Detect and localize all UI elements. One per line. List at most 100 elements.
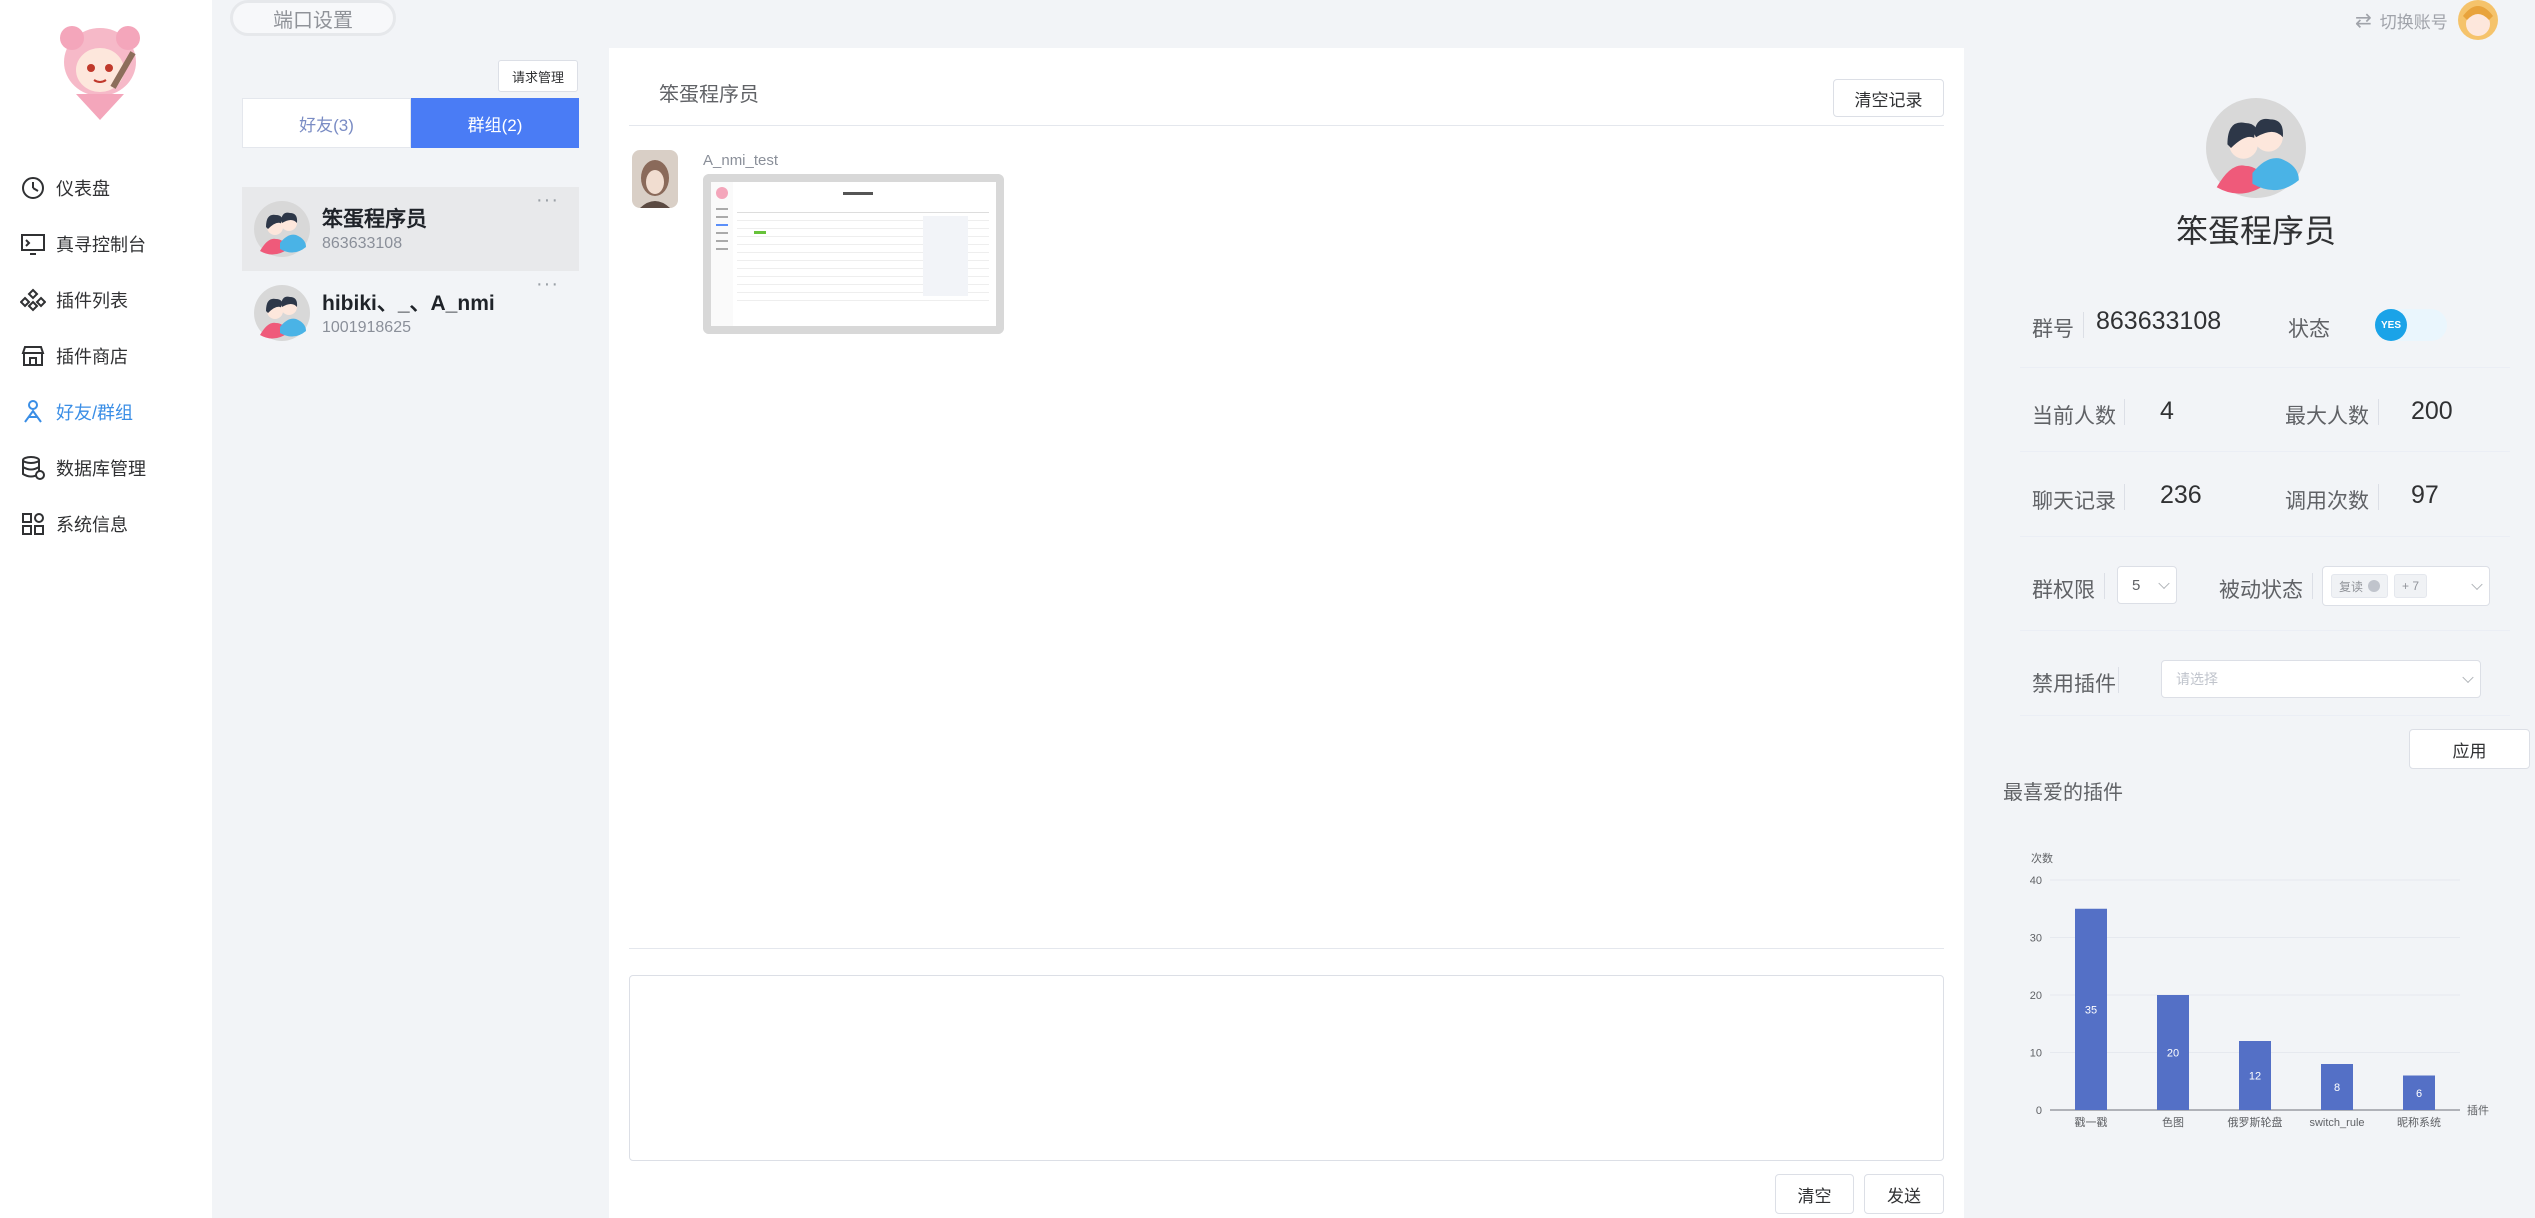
nav-item-database[interactable]: 数据库管理: [20, 448, 146, 488]
more-icon[interactable]: ···: [536, 189, 559, 212]
chat-title: 笨蛋程序员: [659, 84, 759, 106]
bar-value-label: 12: [2249, 1071, 2261, 1083]
divider: [2020, 367, 2510, 368]
switch-account-label: 切换账号: [2379, 12, 2448, 32]
passive-status-select[interactable]: 复读 + 7: [2322, 566, 2490, 606]
logo-mascot: [60, 26, 140, 120]
y-tick-label: 40: [2030, 875, 2042, 887]
nav-label: 仪表盘: [56, 179, 110, 199]
bar-value-label: 35: [2085, 1004, 2097, 1016]
group-id: 863633108: [322, 235, 403, 252]
bar-value-label: 8: [2334, 1082, 2340, 1094]
y-tick-label: 10: [2030, 1048, 2042, 1060]
separator: [2104, 573, 2105, 599]
switch-icon: ⇄: [2355, 9, 2372, 32]
status-toggle-knob: YES: [2375, 309, 2407, 341]
apply-button[interactable]: 应用: [2409, 729, 2530, 769]
call-count-value: 97: [2411, 481, 2439, 509]
nav-label: 好友/群组: [56, 403, 134, 423]
favorite-plugins-title: 最喜爱的插件: [2003, 782, 2123, 804]
tab-friends[interactable]: 好友(3): [242, 98, 411, 148]
status-label: 状态: [2288, 318, 2330, 341]
clear-record-button[interactable]: 清空记录: [1833, 79, 1944, 117]
group-avatar-icon: [254, 285, 310, 341]
nav-label: 系统信息: [56, 515, 128, 535]
ban-plugin-label: 禁用插件: [2032, 673, 2116, 696]
permission-value: 5: [2132, 576, 2141, 594]
group-name: hibiki、_、A_nmi: [322, 292, 495, 315]
chat-records-label: 聊天记录: [2032, 490, 2116, 513]
chevron-down-icon: [2158, 577, 2170, 590]
current-members-label: 当前人数: [2032, 405, 2116, 428]
group-title: 笨蛋程序员: [2175, 213, 2336, 249]
permission-select[interactable]: 5: [2117, 566, 2177, 604]
database-icon: [22, 456, 45, 480]
nav-item-dashboard[interactable]: 仪表盘: [20, 168, 110, 208]
separator: [2378, 399, 2379, 425]
group-id: 1001918625: [322, 319, 411, 336]
chevron-down-icon: [2471, 578, 2483, 591]
permission-label: 群权限: [2032, 579, 2095, 602]
group-avatar: [2206, 98, 2306, 198]
nav-item-system-info[interactable]: 系统信息: [20, 504, 128, 544]
switch-account-button[interactable]: ⇄ 切换账号: [2355, 6, 2448, 34]
sidebar: 仪表盘 真寻控制台 插件列表 插件商店 好友/群组 数据库管理 系统信息: [0, 0, 212, 1218]
max-members-label: 最大人数: [2285, 405, 2369, 428]
request-manage-button[interactable]: 请求管理: [498, 60, 578, 92]
passive-status-label: 被动状态: [2219, 579, 2303, 602]
tab-groups[interactable]: 群组(2): [411, 98, 579, 148]
grid-icon: [22, 513, 44, 535]
y-tick-label: 0: [2036, 1105, 2042, 1117]
plugin-list-icon: [20, 288, 46, 312]
divider: [2020, 715, 2510, 716]
nav-item-console[interactable]: 真寻控制台: [20, 224, 146, 264]
sender-avatar: [632, 150, 678, 208]
nav-item-friends-groups[interactable]: 好友/群组: [20, 392, 133, 432]
group-list-item[interactable]: hibiki、_、A_nmi 1001918625 ···: [242, 271, 579, 355]
nav-item-plugin-list[interactable]: 插件列表: [20, 280, 128, 320]
passive-more-tag: + 7: [2394, 574, 2428, 598]
call-count-label: 调用次数: [2285, 490, 2369, 513]
friends-icon: [24, 400, 42, 423]
current-members-value: 4: [2160, 397, 2174, 425]
x-tick-label: switch_rule: [2309, 1117, 2364, 1129]
x-axis-label: 插件: [2467, 1103, 2489, 1117]
clear-button[interactable]: 清空: [1775, 1174, 1854, 1214]
ban-plugin-select[interactable]: 请选择: [2161, 660, 2481, 698]
favorite-plugins-chart: 次数 0 10 20 30 40 35 戳一戳 20 色图 12 俄罗斯轮盘 8 switch_rule 6…: [2030, 851, 2489, 1129]
chat-records-value: 236: [2160, 481, 2202, 509]
x-tick-label: 昵称系统: [2397, 1115, 2441, 1129]
user-avatar[interactable]: [2455, 0, 2501, 40]
group-list-item[interactable]: 笨蛋程序员 863633108 ···: [242, 187, 579, 271]
divider: [2020, 630, 2510, 631]
more-icon[interactable]: ···: [536, 273, 559, 296]
x-tick-label: 俄罗斯轮盘: [2228, 1115, 2283, 1129]
nav-label: 数据库管理: [56, 459, 146, 479]
separator: [2083, 312, 2084, 338]
chevron-down-icon: [2462, 671, 2474, 684]
divider: [629, 948, 1944, 949]
y-tick-label: 20: [2030, 990, 2042, 1002]
nav-label: 插件列表: [56, 291, 128, 311]
bar-value-label: 6: [2416, 1088, 2422, 1100]
divider: [629, 125, 1944, 126]
divider: [2020, 536, 2510, 537]
send-button[interactable]: 发送: [1864, 1174, 1944, 1214]
group-id-value: 863633108: [2096, 307, 2222, 335]
console-icon: [21, 234, 45, 255]
tag-close-icon[interactable]: [2368, 580, 2381, 592]
group-id-label: 群号: [2032, 318, 2074, 341]
passive-tag: 复读: [2331, 574, 2389, 598]
passive-tag-label: 复读: [2339, 579, 2364, 594]
port-settings-button[interactable]: 端口设置: [230, 0, 396, 36]
message-image[interactable]: [703, 174, 1004, 334]
divider: [2020, 451, 2510, 452]
separator: [2124, 399, 2125, 425]
separator: [2378, 484, 2379, 510]
store-icon: [21, 346, 45, 366]
y-tick-label: 30: [2030, 933, 2042, 945]
message-input[interactable]: [629, 975, 1944, 1161]
nav-item-plugin-store[interactable]: 插件商店: [20, 336, 128, 376]
x-tick-label: 戳一戳: [2075, 1116, 2108, 1129]
bar-value-label: 20: [2167, 1048, 2179, 1060]
